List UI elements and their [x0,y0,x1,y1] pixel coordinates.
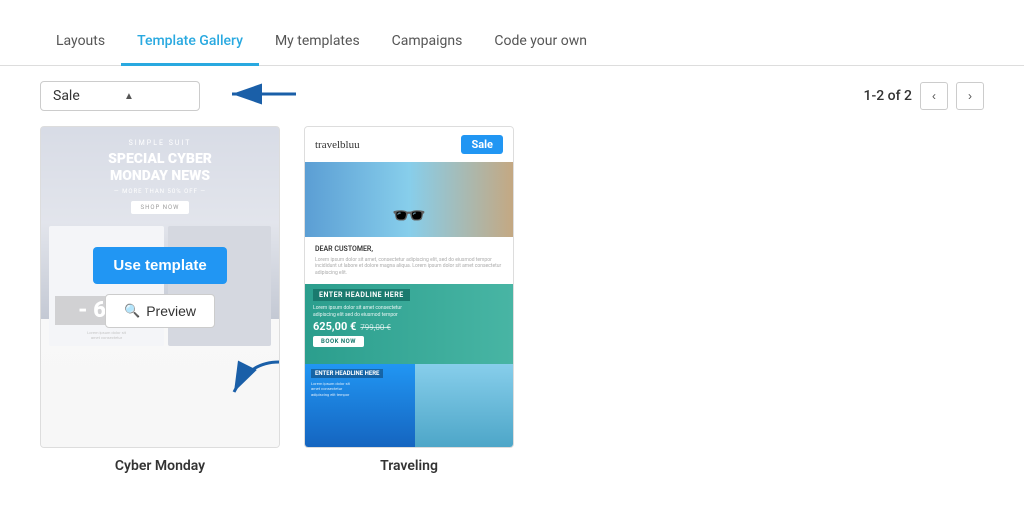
tab-my-templates[interactable]: My templates [259,19,376,66]
tr-body: Lorem ipsum dolor sit amet, consectetur … [315,257,503,277]
tr-beach-text: Lorem ipsum dolor sitamet consecteturadi… [311,381,350,397]
tab-code-your-own[interactable]: Code your own [478,19,603,66]
tr-beach-right [415,364,513,447]
tr-price: 625,00 € [313,320,356,333]
tr-dest-text: Lorem ipsum dolor sit amet consecteturad… [313,305,402,318]
preview-button[interactable]: 🔍 Preview [105,294,215,328]
tabs-bar: Layouts Template Gallery My templates Ca… [0,0,1024,66]
traveling-preview: travelbluu Sale 🕶️ DEAR CUSTOMER, Lorem … [305,127,513,447]
tr-price-row: 625,00 € 799,00 € [313,318,391,333]
tr-dear: DEAR CUSTOMER, [315,245,503,255]
tr-destination: ENTER HEADLINE HERE Lorem ipsum dolor si… [305,284,513,364]
tr-sale-badge: Sale [461,135,503,154]
tr-hero: 🕶️ [305,162,513,237]
tr-logo: travelbluu [315,139,360,151]
card-image-cyber-monday: SIMPLE SUIT SPECIAL CYBERMONDAY NEWS — M… [41,127,279,447]
tab-campaigns[interactable]: Campaigns [376,19,479,66]
toolbar: Sale ▲ 1-2 of 2 ‹ › [0,66,1024,126]
card-label-cyber-monday: Cyber Monday [40,448,280,484]
preview-label: Preview [146,303,196,319]
card-inner-cyber-monday: SIMPLE SUIT SPECIAL CYBERMONDAY NEWS — M… [40,126,280,448]
card-label-traveling: Traveling [304,448,514,484]
category-dropdown[interactable]: Sale ▲ [40,81,200,111]
search-icon: 🔍 [124,303,140,319]
tr-book-button: BOOK NOW [313,336,364,347]
tr-text-section: DEAR CUSTOMER, Lorem ipsum dolor sit ame… [305,237,513,284]
tab-template-gallery[interactable]: Template Gallery [121,19,259,66]
pagination-next-button[interactable]: › [956,82,984,110]
card-inner-traveling: travelbluu Sale 🕶️ DEAR CUSTOMER, Lorem … [304,126,514,448]
pagination: 1-2 of 2 ‹ › [864,82,984,110]
template-card-cyber-monday[interactable]: SIMPLE SUIT SPECIAL CYBERMONDAY NEWS — M… [40,126,280,484]
template-card-traveling[interactable]: travelbluu Sale 🕶️ DEAR CUSTOMER, Lorem … [304,126,514,484]
tr-old-price: 799,00 € [360,323,391,332]
tr-dest-headline: ENTER HEADLINE HERE [313,289,410,301]
template-gallery: SIMPLE SUIT SPECIAL CYBERMONDAY NEWS — M… [0,126,1024,504]
chevron-up-icon: ▲ [124,91,187,102]
tab-layouts[interactable]: Layouts [40,19,121,66]
tr-beach-row: ENTER HEADLINE HERE Lorem ipsum dolor si… [305,364,513,447]
tr-beach-left: ENTER HEADLINE HERE Lorem ipsum dolor si… [305,364,415,447]
card-image-traveling: travelbluu Sale 🕶️ DEAR CUSTOMER, Lorem … [305,127,513,447]
tr-sunglasses-icon: 🕶️ [392,199,427,232]
blue-arrow-template [219,357,279,411]
use-template-button[interactable]: Use template [93,247,226,284]
pagination-info: 1-2 of 2 [864,88,912,104]
dropdown-value: Sale [53,88,116,104]
arrow-indicator [216,80,306,112]
tr-beach-headline: ENTER HEADLINE HERE [311,369,383,378]
pagination-prev-button[interactable]: ‹ [920,82,948,110]
tr-header: travelbluu Sale [305,127,513,162]
